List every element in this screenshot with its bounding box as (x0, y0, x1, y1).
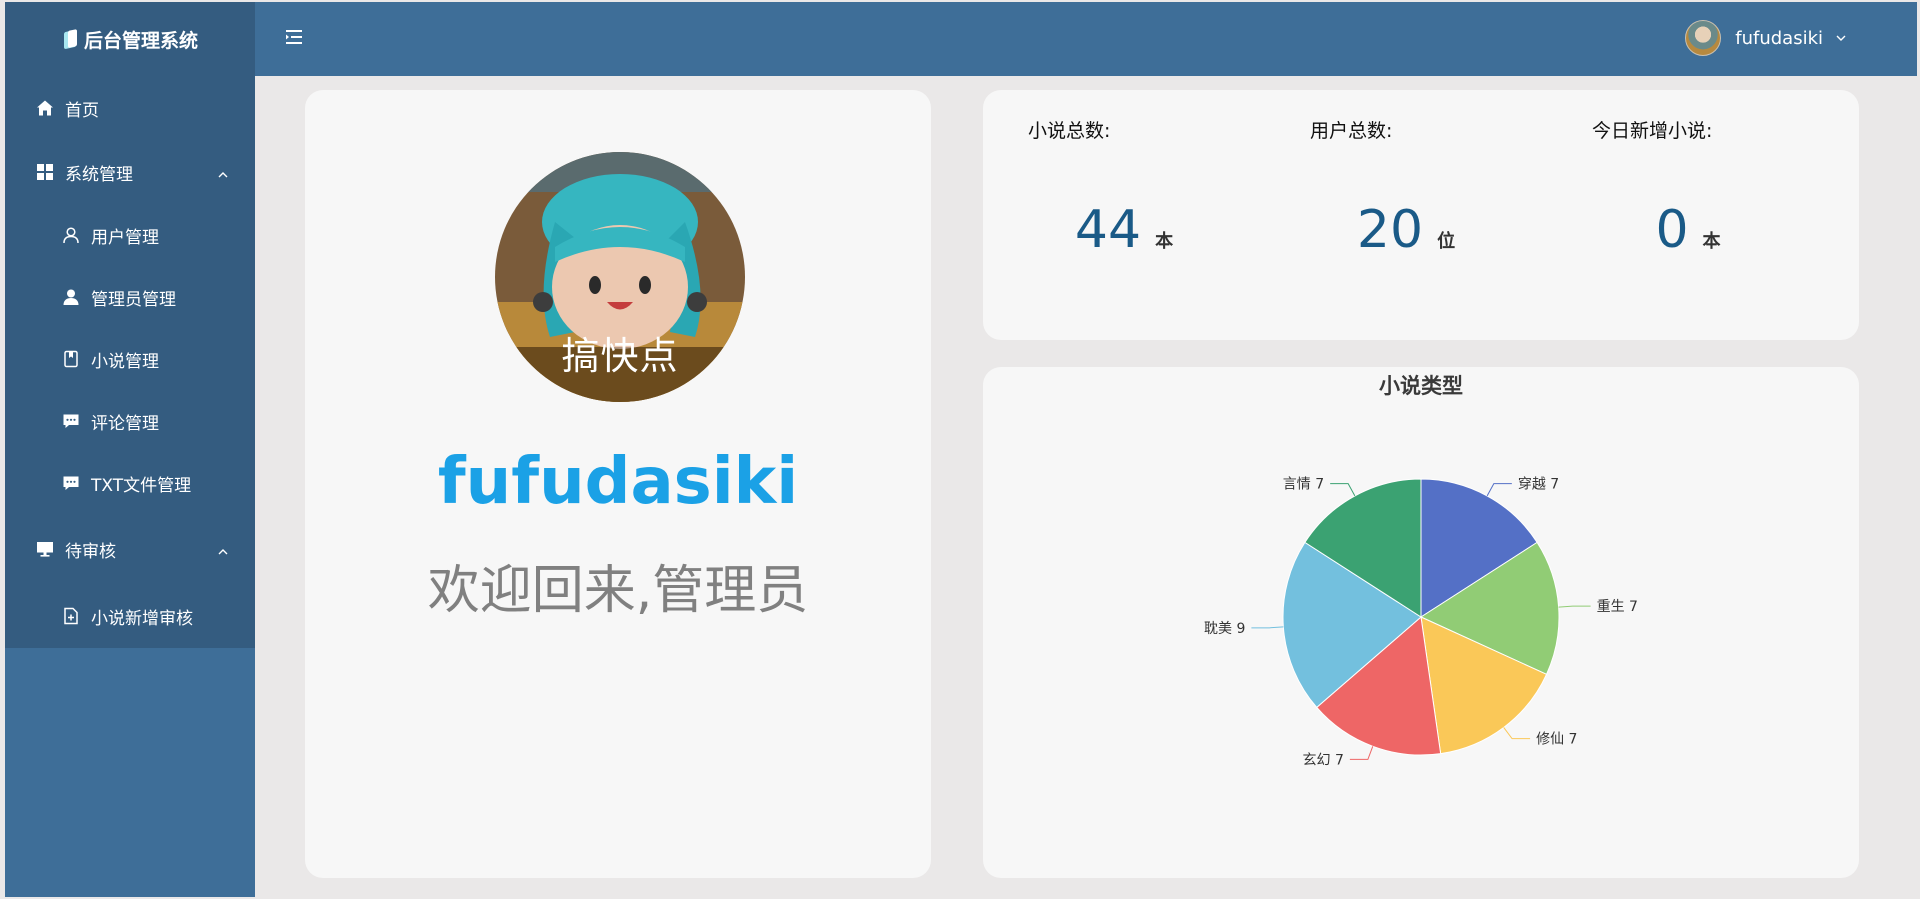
chevron-up-icon (217, 543, 229, 563)
sidebar-item-label: TXT文件管理 (91, 475, 192, 496)
profile-card: 搞快点 fufudasiki 欢迎回来,管理员 (305, 90, 931, 878)
sidebar-item-label: 小说管理 (91, 351, 159, 372)
book-icon (61, 349, 81, 369)
stat-number: 20 (1356, 200, 1424, 260)
header-username: fufudasiki (1735, 27, 1823, 49)
pie-label: 言情 7 (1283, 477, 1324, 493)
sidebar-item-system[interactable]: 系统管理 (5, 140, 255, 204)
sidebar-item-novel-review[interactable]: 小说新增审核 (5, 584, 255, 648)
pie-label: 玄幻 7 (1303, 751, 1344, 768)
sidebar-menu: 后台管理系统 首页 系统管理 用户管理 管理员管理 小说管理 评论管理 TXT文… (5, 2, 255, 648)
sidebar-item-comment-management[interactable]: 评论管理 (5, 390, 255, 452)
stat-number: 44 (1074, 200, 1142, 260)
stat-unit: 位 (1437, 230, 1456, 252)
sidebar-item-label: 首页 (65, 100, 99, 121)
stat-value: 44 本 (983, 200, 1265, 260)
top-header: fufudasiki (255, 2, 1917, 76)
sidebar-item-label: 用户管理 (91, 227, 159, 248)
pie-label-line (1486, 483, 1512, 497)
pie-label: 重生 7 (1597, 599, 1638, 615)
pie-label: 修仙 7 (1536, 732, 1577, 748)
app-title: 后台管理系统 (83, 29, 198, 52)
hamburger-icon[interactable] (285, 29, 303, 45)
pie-label-line (1558, 605, 1591, 608)
home-icon (35, 98, 55, 118)
sidebar-item-label: 系统管理 (65, 164, 133, 185)
stat-number: 0 (1655, 200, 1689, 260)
pie-label: 耽美 9 (1204, 621, 1245, 637)
welcome-message: 欢迎回来,管理员 (427, 561, 809, 621)
stat-value: 0本 (1547, 200, 1829, 260)
profile-name: fufudasiki (437, 445, 799, 519)
sidebar-item-label: 评论管理 (91, 413, 159, 434)
sidebar-item-admin-management[interactable]: 管理员管理 (5, 266, 255, 328)
user-filled-icon (61, 287, 81, 307)
stat-label: 今日新增小说: (1592, 120, 1713, 142)
stat-value: 20 位 (1265, 200, 1547, 260)
monitor-icon (35, 539, 55, 559)
pie-label-line (1330, 483, 1356, 497)
sidebar-item-user-management[interactable]: 用户管理 (5, 204, 255, 266)
app-frame: 后台管理系统 首页 系统管理 用户管理 管理员管理 小说管理 评论管理 TXT文… (5, 2, 1917, 897)
chevron-down-icon (1835, 32, 1847, 44)
sidebar-item-label: 管理员管理 (91, 289, 176, 310)
sidebar-item-home[interactable]: 首页 (5, 76, 255, 140)
stats-card: 小说总数: 44 本 用户总数: 20 位 今日新增小说: 0本 (983, 90, 1859, 340)
sidebar: 后台管理系统 首页 系统管理 用户管理 管理员管理 小说管理 评论管理 TXT文… (5, 2, 255, 897)
sidebar-item-pending-review[interactable]: 待审核 (5, 514, 255, 584)
comment-icon (61, 473, 81, 493)
profile-avatar: 搞快点 (495, 152, 745, 402)
sidebar-item-label: 小说新增审核 (91, 608, 193, 629)
user-dropdown[interactable]: fufudasiki (1685, 19, 1847, 57)
chevron-up-icon (217, 166, 229, 186)
user-outline-icon (61, 225, 81, 245)
logo-icon (62, 29, 78, 50)
stat-label: 小说总数: (1028, 120, 1111, 142)
app-logo[interactable]: 后台管理系统 (5, 2, 255, 76)
avatar-caption: 搞快点 (561, 334, 679, 378)
sidebar-item-txt-management[interactable]: TXT文件管理 (5, 452, 255, 514)
stat-unit: 本 (1155, 230, 1174, 252)
comment-icon (61, 411, 81, 431)
pie-label: 穿越 7 (1518, 477, 1559, 493)
grid-icon (35, 162, 55, 182)
avatar (1685, 20, 1722, 56)
stat-novel-total: 小说总数: 44 本 (983, 90, 1265, 340)
sidebar-item-novel-management[interactable]: 小说管理 (5, 328, 255, 390)
stat-label: 用户总数: (1310, 120, 1393, 142)
pie-label-line (1251, 626, 1284, 629)
stat-user-total: 用户总数: 20 位 (1265, 90, 1547, 340)
chart-title: 小说类型 (1379, 374, 1463, 398)
sidebar-item-label: 待审核 (65, 541, 116, 562)
pie-chart: 穿越 7 重生 7 修仙 7 玄幻 7 耽美 9 言情 7 (1204, 477, 1638, 769)
file-add-icon (61, 606, 81, 626)
pie-label-line (1349, 746, 1374, 760)
stat-unit: 本 (1702, 230, 1721, 252)
pie-chart-card: 穿越 7 重生 7 修仙 7 玄幻 7 耽美 9 言情 7 小说类型 (983, 367, 1859, 878)
pie-label-line (1503, 727, 1531, 740)
stat-new-today: 今日新增小说: 0本 (1547, 90, 1829, 340)
